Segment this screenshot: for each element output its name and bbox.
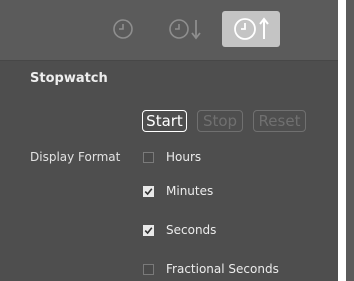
reset-button[interactable]: Reset [253, 110, 306, 132]
countdown-mode-button[interactable] [162, 11, 210, 47]
hours-label: Hours [166, 150, 202, 164]
seconds-label: Seconds [166, 223, 217, 237]
clock-up-arrow-icon [234, 17, 269, 40]
minutes-option[interactable]: Minutes [143, 183, 213, 199]
fractional-seconds-checkbox[interactable] [143, 263, 154, 275]
fractional-seconds-option[interactable]: Fractional Seconds [143, 261, 279, 277]
checkmark-icon [144, 226, 153, 234]
seconds-option[interactable]: Seconds [143, 222, 216, 238]
hours-checkbox[interactable] [143, 151, 154, 163]
clock-down-arrow-icon [169, 19, 201, 40]
checkmark-icon [144, 187, 153, 195]
mode-toolbar [0, 0, 346, 60]
clock-icon [113, 19, 133, 39]
section-header: Stopwatch [0, 61, 346, 95]
seconds-checkbox[interactable] [143, 224, 154, 236]
minutes-checkbox[interactable] [143, 185, 154, 197]
stopwatch-mode-button[interactable] [222, 11, 280, 47]
stop-button[interactable]: Stop [197, 110, 243, 132]
fractional-seconds-label: Fractional Seconds [166, 262, 279, 276]
clock-mode-button[interactable] [105, 11, 141, 47]
window-edge [338, 0, 346, 281]
section-title: Stopwatch [30, 71, 108, 86]
stopwatch-panel: Stopwatch Start Stop Reset Display Forma… [0, 0, 346, 281]
start-button[interactable]: Start [142, 110, 187, 132]
display-format-label: Display Format [30, 150, 121, 164]
hours-option[interactable]: Hours [143, 149, 201, 165]
minutes-label: Minutes [166, 184, 214, 198]
